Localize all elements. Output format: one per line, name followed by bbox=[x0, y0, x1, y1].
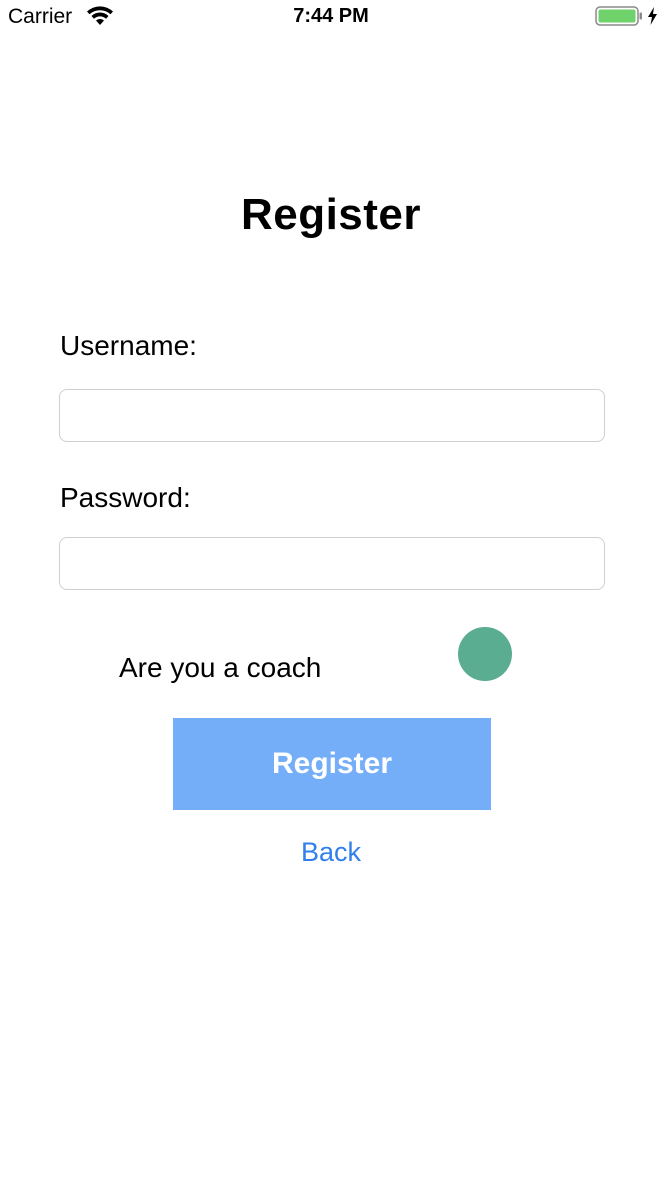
coach-label: Are you a coach bbox=[119, 652, 322, 683]
battery-icon bbox=[595, 6, 642, 26]
back-link[interactable]: Back bbox=[0, 836, 662, 869]
password-label: Password: bbox=[60, 482, 191, 513]
charging-icon bbox=[648, 7, 657, 25]
coach-toggle[interactable] bbox=[458, 627, 512, 681]
register-button[interactable]: Register bbox=[173, 718, 491, 810]
page-title: Register bbox=[240, 190, 422, 239]
username-label: Username: bbox=[60, 330, 197, 361]
password-input[interactable] bbox=[59, 537, 605, 590]
status-time: 7:44 PM bbox=[293, 5, 369, 27]
username-input[interactable] bbox=[59, 389, 605, 442]
status-bar: Carrier 7:44 PM bbox=[0, 0, 662, 34]
